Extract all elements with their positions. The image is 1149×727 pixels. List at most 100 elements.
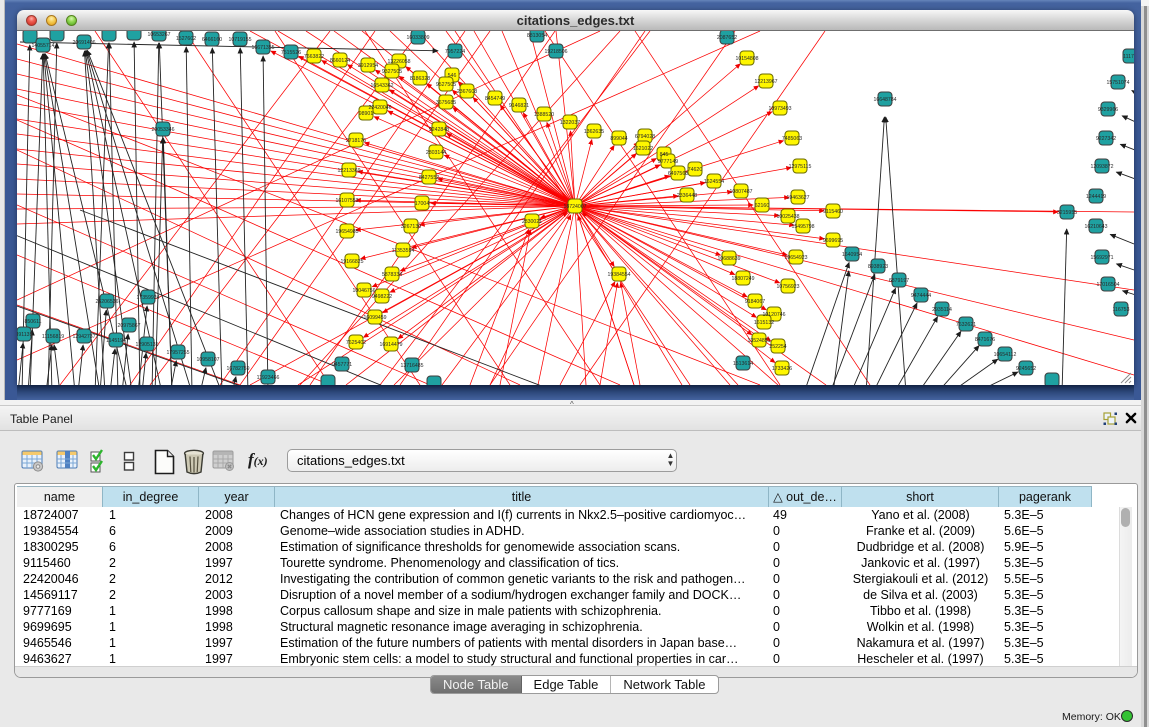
svg-text:2336448: 2336448	[677, 193, 697, 199]
svg-text:9245652: 9245652	[1016, 366, 1036, 372]
svg-text:9777149: 9777149	[658, 159, 678, 165]
svg-text:1388520: 1388520	[534, 112, 554, 118]
svg-text:899044: 899044	[610, 136, 627, 142]
svg-text:15751074: 15751074	[1106, 80, 1129, 86]
svg-text:12093872: 12093872	[1090, 164, 1113, 170]
svg-text:8938923: 8938923	[868, 264, 888, 270]
svg-text:16543362: 16543362	[370, 83, 393, 89]
svg-text:16210643: 16210643	[1084, 224, 1107, 230]
svg-text:98901: 98901	[359, 111, 374, 117]
svg-text:9146821: 9146821	[509, 103, 529, 109]
svg-text:6497568: 6497568	[668, 171, 688, 177]
svg-text:19218506: 19218506	[544, 49, 567, 55]
svg-text:2803144: 2803144	[426, 150, 446, 156]
svg-text:20691406: 20691406	[72, 40, 95, 46]
svg-text:9474444: 9474444	[911, 293, 931, 299]
svg-text:10025438: 10025438	[776, 214, 799, 220]
svg-text:17004: 17004	[415, 201, 430, 207]
svg-text:9699695: 9699695	[823, 238, 843, 244]
svg-text:8813054: 8813054	[527, 33, 547, 39]
svg-text:7625402: 7625402	[346, 340, 366, 346]
svg-text:3912954: 3912954	[358, 63, 378, 69]
svg-text:1621022: 1621022	[633, 146, 653, 152]
svg-text:13226058: 13226058	[387, 59, 410, 65]
svg-text:10807487: 10807487	[729, 189, 752, 195]
svg-text:19654923: 19654923	[784, 255, 807, 261]
svg-text:6466160: 6466160	[202, 37, 222, 43]
svg-text:11923466: 11923466	[257, 375, 280, 381]
svg-text:10973493: 10973493	[768, 106, 791, 112]
svg-text:74620: 74620	[688, 167, 703, 173]
svg-text:10688639: 10688639	[717, 256, 740, 262]
svg-text:10654112: 10654112	[994, 352, 1017, 358]
svg-text:116753: 116753	[1113, 307, 1130, 313]
svg-text:16914479: 16914479	[379, 342, 402, 348]
svg-text:16671355: 16671355	[251, 45, 274, 51]
svg-text:19654985: 19654985	[335, 229, 358, 235]
svg-text:19384554: 19384554	[607, 272, 630, 278]
svg-text:16107553: 16107553	[335, 198, 358, 204]
svg-text:10653267: 10653267	[147, 32, 170, 38]
svg-text:7632621: 7632621	[956, 322, 976, 328]
svg-text:9457771: 9457771	[332, 362, 352, 368]
svg-text:8660124: 8660124	[330, 58, 350, 64]
svg-text:18724007: 18724007	[563, 204, 586, 210]
svg-text:3215955: 3215955	[1057, 210, 1077, 216]
svg-text:10958107: 10958107	[196, 357, 219, 363]
svg-text:2367608: 2367608	[457, 89, 477, 95]
svg-text:6794028: 6794028	[635, 134, 655, 140]
svg-text:1362635: 1362635	[584, 129, 604, 135]
svg-text:12975115: 12975115	[789, 164, 812, 170]
svg-text:6879197: 6879197	[889, 278, 909, 284]
svg-text:16033809: 16033809	[406, 35, 429, 41]
svg-text:8454749: 8454749	[485, 96, 505, 102]
svg-text:7515526: 7515526	[281, 50, 301, 56]
svg-text:16099459: 16099459	[363, 315, 386, 321]
svg-text:20053346: 20053346	[151, 127, 174, 133]
svg-text:10756923: 10756923	[776, 284, 799, 290]
svg-text:7663822: 7663822	[304, 54, 324, 60]
svg-text:8427552: 8427552	[419, 175, 439, 181]
svg-text:546: 546	[448, 73, 457, 79]
svg-text:7957224: 7957224	[445, 49, 465, 55]
svg-text:1624554: 1624554	[704, 179, 724, 185]
svg-text:1244419: 1244419	[1086, 194, 1106, 200]
svg-text:5878334: 5878334	[382, 272, 402, 278]
svg-text:9527505: 9527505	[436, 82, 456, 88]
svg-text:9184067: 9184067	[745, 299, 765, 305]
svg-text:19166825: 19166825	[340, 259, 363, 265]
svg-text:11156819: 11156819	[42, 334, 64, 340]
svg-text:15495798: 15495798	[791, 224, 814, 230]
svg-text:2935114: 2935114	[932, 307, 952, 313]
svg-text:1527602: 1527602	[176, 36, 196, 42]
svg-text:9115460: 9115460	[823, 209, 843, 215]
svg-text:2087652: 2087652	[717, 35, 737, 41]
svg-text:20975867: 20975867	[117, 323, 140, 329]
svg-text:13716485: 13716485	[400, 363, 423, 369]
svg-text:850611: 850611	[25, 319, 42, 325]
svg-text:12213967: 12213967	[754, 79, 777, 85]
svg-text:1733426: 1733426	[772, 366, 792, 372]
svg-text:1322037: 1322037	[560, 120, 580, 126]
svg-text:845: 845	[660, 152, 669, 158]
svg-text:10120746: 10120746	[762, 312, 785, 318]
svg-text:11353594: 11353594	[392, 248, 415, 254]
svg-text:1615132: 1615132	[754, 320, 774, 326]
svg-text:391139: 391139	[17, 332, 33, 338]
svg-text:13524851: 13524851	[747, 338, 770, 344]
svg-text:2718176: 2718176	[346, 138, 366, 144]
svg-text:3675685: 3675685	[436, 100, 456, 106]
svg-text:26206536: 26206536	[95, 299, 118, 305]
svg-text:16782759: 16782759	[226, 366, 249, 372]
svg-text:9242848: 9242848	[429, 127, 449, 133]
svg-text:3267130: 3267130	[401, 224, 421, 230]
svg-text:9498222: 9498222	[372, 294, 392, 300]
svg-text:1513614: 1513614	[733, 361, 753, 367]
svg-text:252254: 252254	[769, 344, 786, 350]
svg-text:18807249: 18807249	[731, 276, 754, 282]
svg-text:9327505: 9327505	[382, 69, 402, 75]
svg-text:1640954: 1640954	[842, 252, 862, 258]
svg-text:8186328: 8186328	[410, 76, 430, 82]
svg-text:16648784: 16648784	[873, 97, 896, 103]
svg-text:10154808: 10154808	[735, 56, 758, 62]
